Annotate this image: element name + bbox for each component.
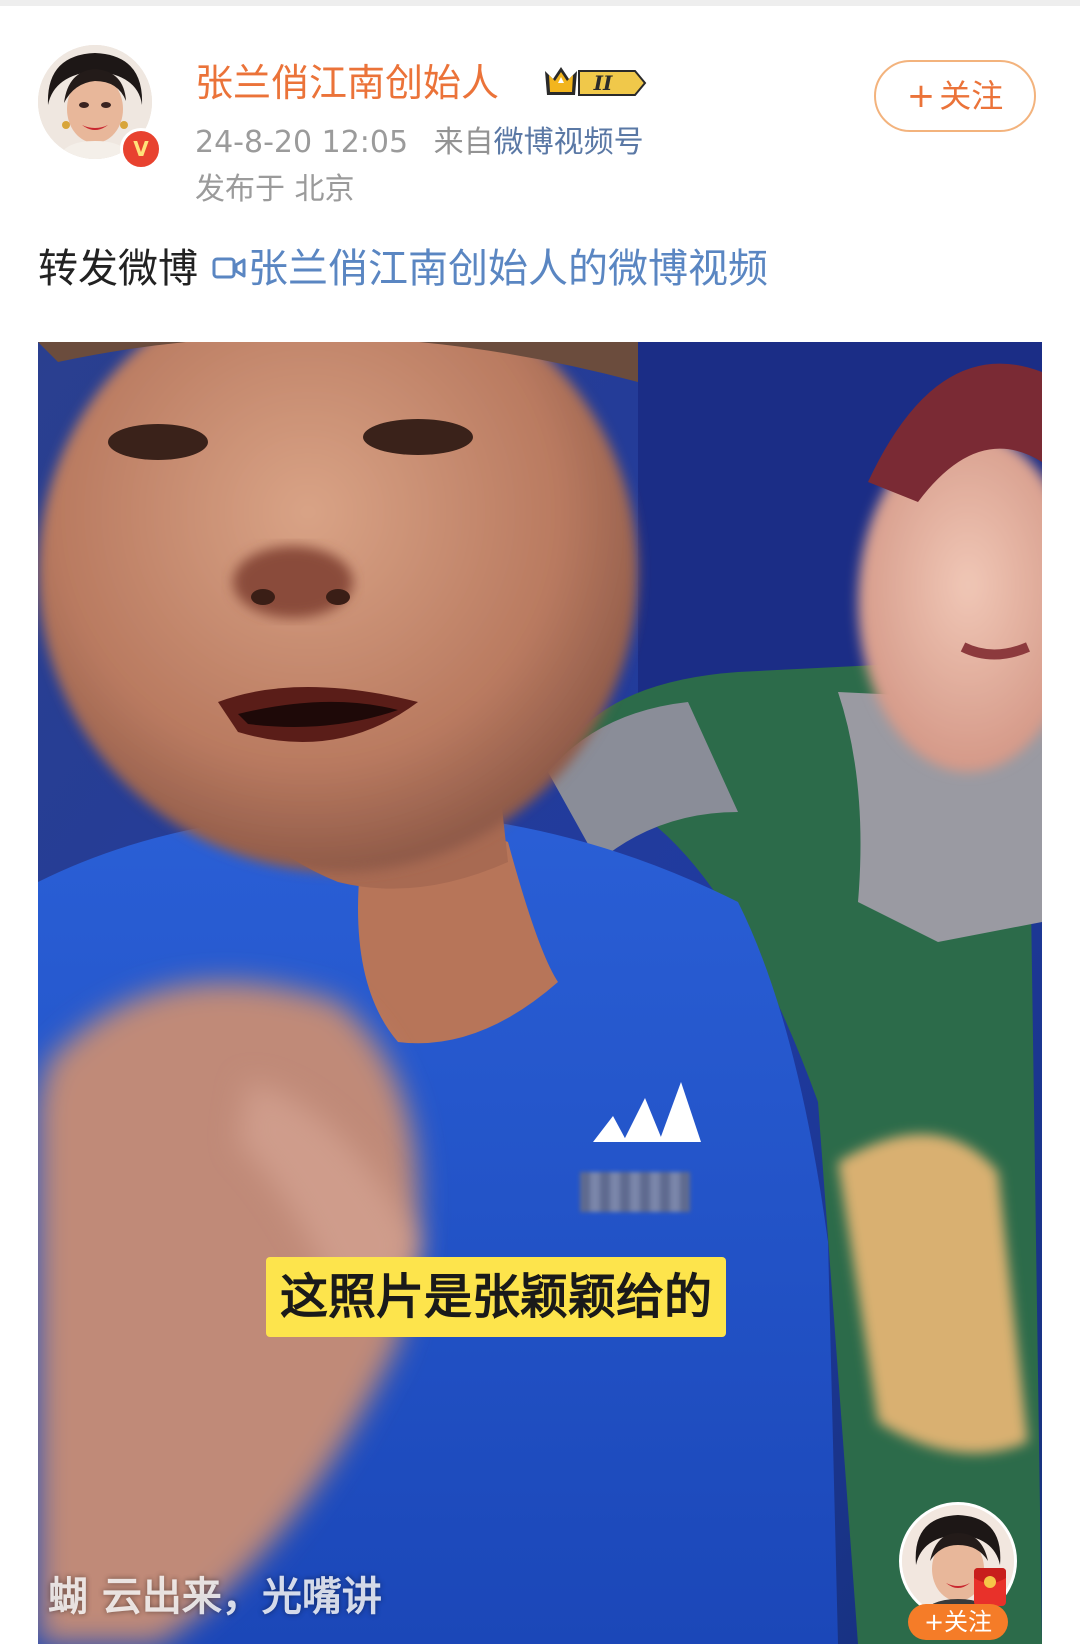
follow-button[interactable]: + 关注: [874, 60, 1036, 132]
source-prefix: 来自: [433, 125, 494, 160]
post-header: V 张兰俏江南创始人 II 24-8-20 12:05 来自微博视频号 发布于 …: [0, 0, 1080, 215]
plus-icon: +: [906, 76, 936, 116]
video-subtitle: 这照片是张颖颖给的: [266, 1257, 727, 1337]
follow-label: 关注: [939, 77, 1004, 115]
video-caption: 蝴 云出来，光嘴讲: [48, 1574, 382, 1620]
post-body: 转发微博 张兰俏江南创始人的微博视频: [38, 242, 768, 298]
verified-badge-icon: V: [120, 128, 162, 170]
post-location: 发布于 北京: [195, 172, 355, 207]
video-player[interactable]: 这照片是张颖颖给的 蝴 云出来，光嘴讲 +关注: [38, 342, 1042, 1644]
post-meta: 24-8-20 12:05 来自微博视频号: [195, 123, 644, 163]
blurred-logo-text: [580, 1172, 690, 1212]
author-name[interactable]: 张兰俏江南创始人: [195, 58, 499, 108]
repost-prefix: 转发微博: [38, 246, 198, 292]
video-frame-image: [38, 342, 1042, 1644]
member-level-badge-icon: II: [545, 67, 647, 96]
video-link[interactable]: 张兰俏江南创始人的微博视频: [248, 246, 768, 292]
video-follow-button[interactable]: +关注: [908, 1604, 1008, 1640]
post-time: 24-8-20 12:05: [195, 125, 409, 160]
red-packet-icon[interactable]: [968, 1564, 1012, 1608]
level-text: II: [593, 71, 613, 95]
video-camera-icon: [212, 241, 246, 295]
source-name-link[interactable]: 微博视频号: [494, 125, 644, 160]
